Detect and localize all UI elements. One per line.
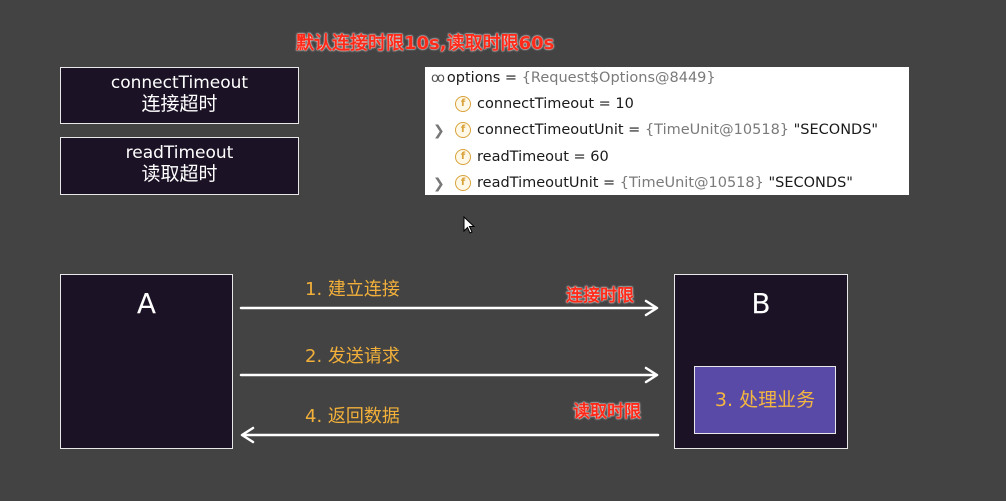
step-1-label: 1. 建立连接 bbox=[305, 279, 400, 300]
step-4-label: 4. 返回数据 bbox=[305, 406, 400, 427]
read-limit-label: 读取时限 bbox=[573, 402, 641, 422]
flow-arrows bbox=[239, 299, 660, 444]
step-2-label: 2. 发送请求 bbox=[305, 346, 400, 367]
connect-limit-label: 连接时限 bbox=[566, 286, 634, 306]
